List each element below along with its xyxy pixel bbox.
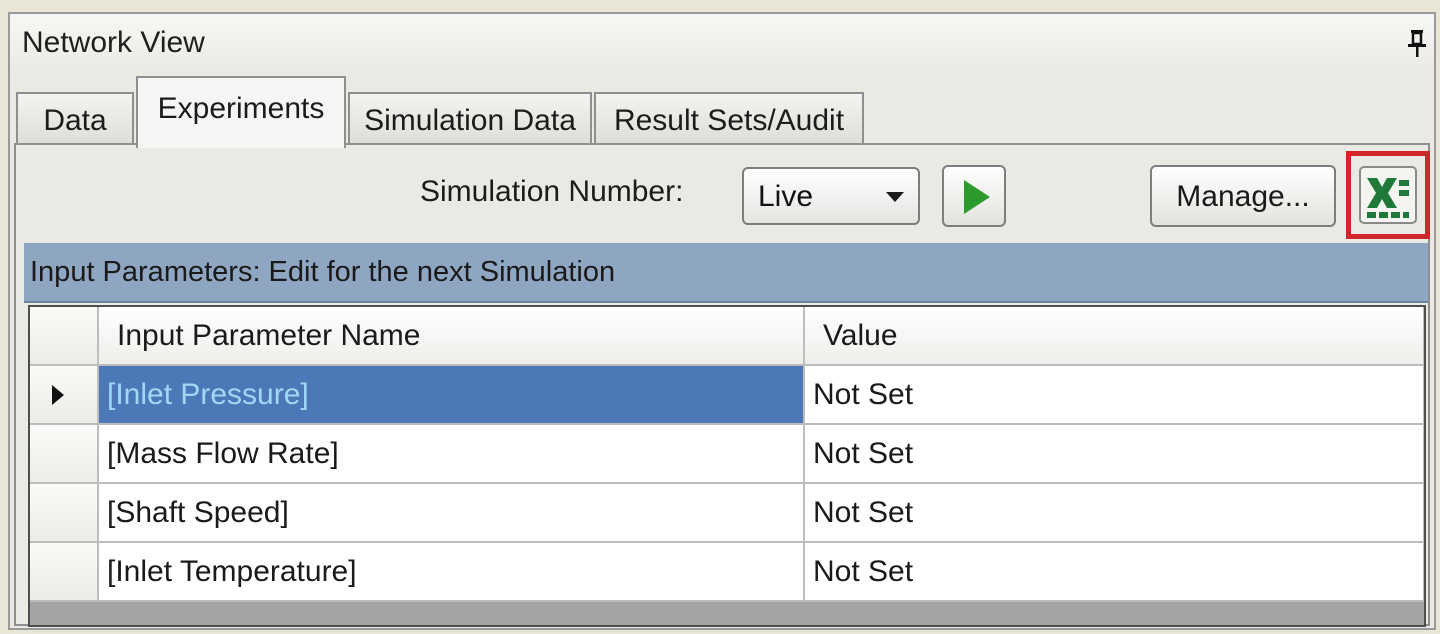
play-icon: [964, 180, 990, 214]
parameter-value-cell[interactable]: Not Set: [804, 424, 1424, 484]
excel-icon[interactable]: [1359, 166, 1417, 224]
parameter-value-cell[interactable]: Not Set: [804, 483, 1424, 543]
title-bar: Network View: [10, 14, 1434, 72]
manage-button-label: Manage...: [1176, 180, 1310, 213]
column-header-value[interactable]: Value: [804, 307, 1424, 366]
tab-simulation-data[interactable]: Simulation Data: [348, 92, 592, 146]
row-selector[interactable]: [30, 542, 99, 602]
tab-experiments[interactable]: Experiments: [136, 76, 346, 148]
grid-header-row: Input Parameter Name Value: [30, 307, 1424, 366]
table-row[interactable]: [Inlet Temperature] Not Set: [30, 542, 1424, 602]
simulation-number-label: Simulation Number:: [420, 175, 684, 208]
input-parameters-header: Input Parameters: Edit for the next Simu…: [24, 243, 1428, 303]
run-simulation-button[interactable]: [942, 165, 1006, 227]
window-title: Network View: [22, 26, 205, 59]
row-selector[interactable]: [30, 424, 99, 484]
row-header-corner: [30, 307, 99, 366]
row-selector[interactable]: [30, 365, 99, 425]
chevron-down-icon: [886, 192, 904, 202]
export-highlight-box: [1346, 151, 1430, 239]
experiments-panel: Simulation Number: Live Manage... Input …: [14, 143, 1430, 627]
row-selector[interactable]: [30, 483, 99, 543]
parameter-name-cell[interactable]: [Shaft Speed]: [98, 483, 805, 543]
table-row[interactable]: [Shaft Speed] Not Set: [30, 483, 1424, 543]
table-row[interactable]: [Mass Flow Rate] Not Set: [30, 424, 1424, 484]
input-parameters-grid: Input Parameter Name Value [Inlet Pressu…: [28, 305, 1426, 627]
table-row[interactable]: [Inlet Pressure] Not Set: [30, 365, 1424, 425]
column-header-name[interactable]: Input Parameter Name: [98, 307, 805, 366]
parameter-name-cell[interactable]: [Inlet Temperature]: [98, 542, 805, 602]
network-view-window: Network View Data Experiments Simulation…: [8, 12, 1436, 630]
parameter-name-cell[interactable]: [Mass Flow Rate]: [98, 424, 805, 484]
parameter-value-cell[interactable]: Not Set: [804, 542, 1424, 602]
manage-button[interactable]: Manage...: [1150, 165, 1336, 227]
parameter-value-cell[interactable]: Not Set: [804, 365, 1424, 425]
current-row-arrow-icon: [52, 384, 64, 405]
input-parameters-title: Input Parameters: Edit for the next Simu…: [30, 256, 616, 288]
tab-result-sets-audit[interactable]: Result Sets/Audit: [594, 92, 864, 146]
simulation-number-value: Live: [758, 180, 814, 213]
simulation-number-select[interactable]: Live: [742, 167, 920, 225]
tab-data[interactable]: Data: [16, 92, 134, 146]
pin-icon[interactable]: [1406, 28, 1428, 58]
parameter-name-cell[interactable]: [Inlet Pressure]: [98, 365, 805, 425]
tab-strip: Data Experiments Simulation Data Result …: [10, 70, 1434, 148]
